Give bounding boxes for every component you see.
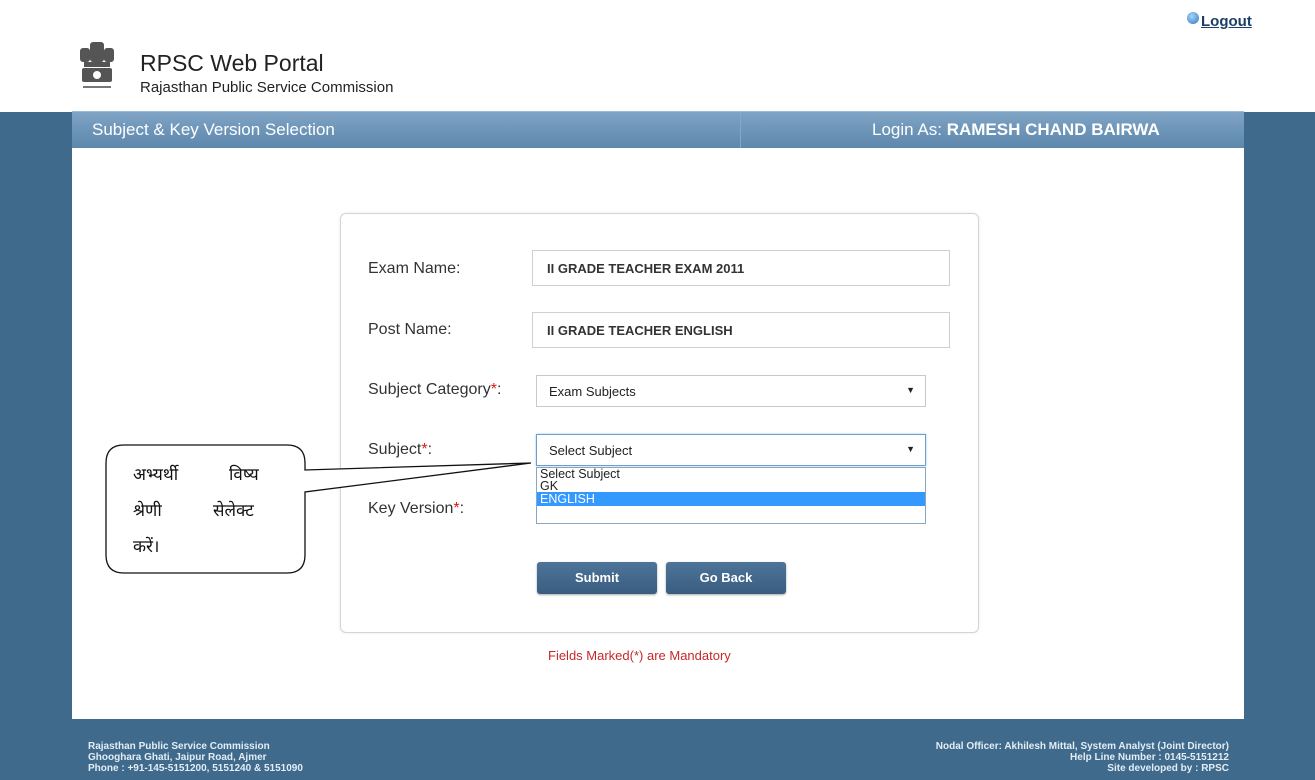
callout-word: अभ्यर्थी	[133, 465, 179, 485]
callout-bubble	[105, 444, 532, 574]
footer-line: Phone : +91-145-5151200, 5151240 & 51510…	[88, 763, 303, 774]
callout-word: श्रेणी	[133, 501, 162, 521]
footer-line: Nodal Officer: Akhilesh Mittal, System A…	[935, 741, 1229, 752]
callout-word: सेलेक्ट	[213, 501, 254, 521]
callout-word: विष्य	[229, 465, 259, 485]
footer-line: Ghooghara Ghati, Jaipur Road, Ajmer	[88, 752, 267, 763]
footer-line: Site developed by : RPSC	[1107, 763, 1229, 774]
footer-line: Rajasthan Public Service Commission	[88, 741, 270, 752]
footer-address: Rajasthan Public Service Commission Ghoo…	[88, 741, 303, 774]
callout-word: करें।	[133, 537, 160, 557]
footer-contact: Nodal Officer: Akhilesh Mittal, System A…	[936, 741, 1229, 774]
footer-line: Help Line Number : 0145-5151212	[1070, 752, 1229, 763]
